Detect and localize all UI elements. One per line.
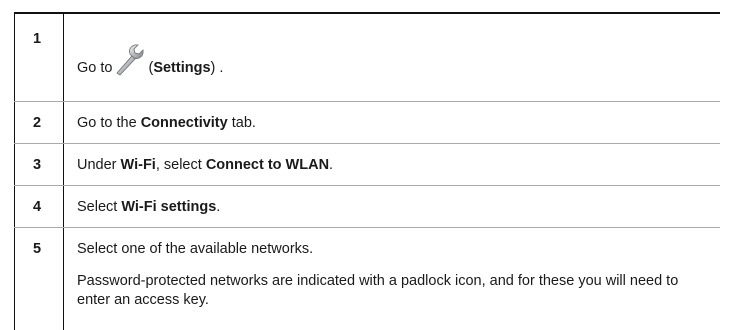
step-text: Go to (Settings) .	[63, 12, 720, 102]
instruction-steps-table: 1 Go to (Settings) . 2 Go to the Connect…	[14, 12, 720, 330]
connect-to-wlan-label: Connect to WLAN	[205, 157, 330, 173]
step-row: 3 Under Wi-Fi, select Connect to WLAN.	[14, 143, 720, 186]
step-text-before: Go to	[77, 60, 113, 76]
step-number: 5	[14, 227, 64, 330]
settings-label: Settings	[153, 60, 211, 76]
step-text-mid: , select	[155, 157, 206, 173]
wrench-settings-icon	[113, 42, 147, 76]
step-text-after: tab.	[227, 115, 256, 131]
step-text-before: Under	[77, 157, 121, 173]
step-row: 1 Go to (Settings) .	[14, 12, 720, 102]
step-row: 5 Select one of the available networks. …	[14, 227, 721, 330]
step-text-before: Go to the	[77, 115, 141, 131]
step-number: 2	[14, 101, 64, 144]
step-text: Go to the Connectivity tab.	[63, 101, 720, 144]
step-text: Select one of the available networks. Pa…	[64, 228, 721, 330]
step-main-text: Select one of the available networks.	[77, 241, 314, 257]
step-text-before: Select	[77, 199, 122, 215]
step-note: Password-protected networks are indicate…	[77, 273, 679, 308]
step-row: 4 Select Wi-Fi settings.	[14, 185, 720, 228]
step-text-after: .	[216, 199, 221, 215]
step-row: 2 Go to the Connectivity tab.	[14, 101, 720, 144]
wifi-settings-label: Wi-Fi settings	[121, 199, 217, 215]
step-number: 4	[14, 185, 64, 228]
step-number: 3	[14, 143, 64, 186]
step-number: 1	[14, 12, 64, 102]
wifi-label: Wi-Fi	[120, 157, 156, 173]
step-text: Select Wi-Fi settings.	[63, 185, 720, 228]
paren-close: ) .	[210, 60, 224, 76]
step-text-after: .	[329, 157, 334, 173]
step-text: Under Wi-Fi, select Connect to WLAN.	[63, 143, 720, 186]
connectivity-label: Connectivity	[140, 115, 228, 131]
